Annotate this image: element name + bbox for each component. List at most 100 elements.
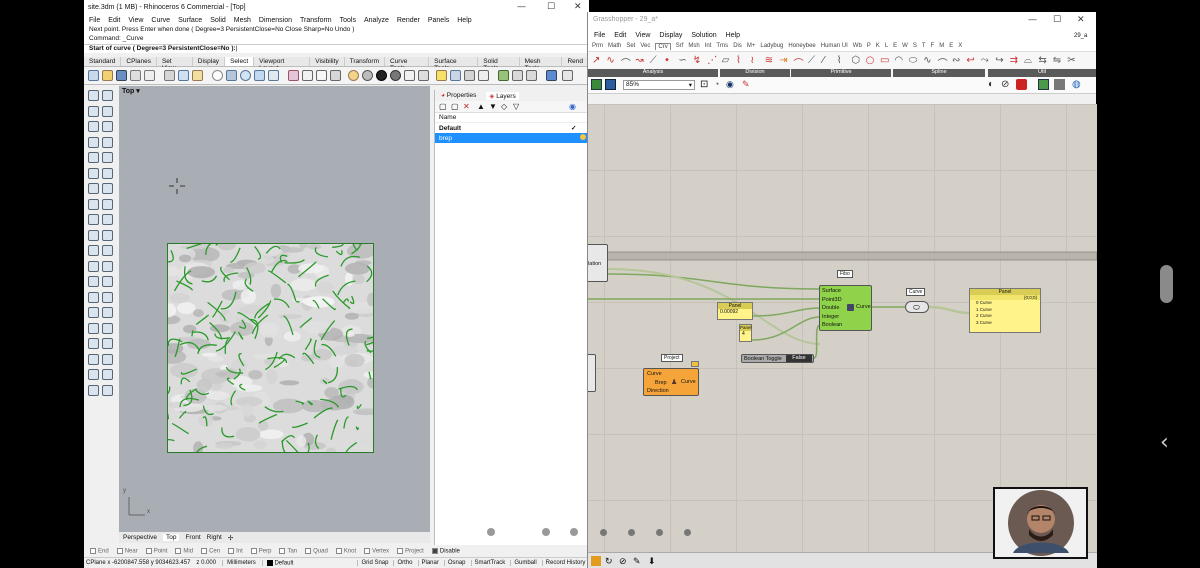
tab-curve-tools[interactable]: Curve Tools (385, 57, 430, 72)
terrain-curve[interactable] (267, 270, 287, 284)
layer-icon[interactable] (404, 70, 415, 81)
gh-close-icon[interactable]: ✕ (1077, 15, 1085, 25)
select-arrow-icon[interactable] (88, 90, 99, 101)
scale-icon[interactable] (102, 260, 113, 272)
import-icon[interactable] (144, 70, 155, 81)
terrain-curve[interactable] (291, 422, 308, 429)
gh-tab-crv[interactable]: Crv (655, 42, 671, 50)
terrain-curve[interactable] (258, 413, 278, 424)
loft-icon[interactable] (102, 183, 113, 194)
tab-standard[interactable]: Standard (84, 57, 122, 66)
boolean-union-icon[interactable] (102, 214, 113, 225)
tab-solid-tools[interactable]: Solid Tools (478, 57, 520, 72)
gh-discontinuity-icon[interactable]: ↯ (693, 55, 706, 68)
gh-status-icon-2[interactable]: ↻ (605, 556, 613, 567)
brush-icon[interactable]: ✎ (742, 79, 750, 90)
gh-tab-human-ui[interactable]: Human UI (821, 43, 848, 49)
terrain-curve[interactable] (332, 244, 344, 248)
gh-line-icon[interactable]: ⁄ (822, 55, 835, 68)
cut-icon[interactable] (164, 70, 175, 81)
osnap-toolbar-icon[interactable] (464, 70, 475, 81)
options-icon[interactable] (512, 70, 523, 81)
viewport-tab-top[interactable]: Top (162, 534, 180, 541)
gh-tab-f[interactable]: F (931, 43, 935, 49)
unlock-icon[interactable] (102, 369, 113, 380)
open-icon[interactable] (102, 70, 113, 81)
rotate-icon[interactable] (88, 260, 99, 272)
project-input-curve[interactable]: Curve (647, 370, 669, 379)
terrain-curve[interactable] (345, 441, 358, 453)
gh-closed-icon[interactable]: ⌒ (621, 55, 634, 70)
gh-tab-m[interactable]: M (939, 43, 944, 49)
gh-save-icon[interactable] (605, 79, 616, 90)
back-chevron-icon[interactable]: ‹ (1160, 430, 1169, 455)
viewport-tab-front[interactable]: Front (185, 534, 200, 541)
gh-tab-math[interactable]: Math (608, 43, 621, 49)
new-sublayer-icon[interactable]: ▢ (451, 102, 459, 111)
osnap-checkbox[interactable] (175, 547, 182, 554)
menu-item-render[interactable]: Render (397, 17, 420, 24)
polygon-icon[interactable] (88, 152, 99, 163)
gh-tab-set[interactable]: Set (626, 43, 635, 49)
move-parent-icon[interactable]: ◇ (501, 102, 507, 111)
gh-tab-t[interactable]: T (922, 43, 926, 49)
preview-eye-icon[interactable]: ◉ (726, 79, 734, 90)
layers-help-icon[interactable]: ◉ (569, 102, 576, 111)
gh-divide-icon[interactable]: ≀ (750, 55, 763, 68)
gh-menu-display[interactable]: Display (659, 32, 682, 39)
tab-cplanes[interactable]: CPlanes (121, 57, 157, 66)
gh-tab-s[interactable]: S (913, 43, 917, 49)
menu-item-panels[interactable]: Panels (428, 17, 449, 24)
line-icon[interactable] (102, 105, 113, 117)
sketch-icon[interactable]: ◔ (714, 79, 719, 89)
terrain-curve[interactable] (284, 259, 305, 264)
gh-status-icon-5[interactable]: ⬇ (648, 556, 656, 567)
gh-globe-icon[interactable]: ◍ (1072, 79, 1081, 90)
terrain-curve[interactable] (337, 280, 356, 296)
lock-icon[interactable] (88, 369, 99, 380)
gh-tab-honeybee[interactable]: Honeybee (788, 43, 815, 49)
zoom-window-icon[interactable] (268, 70, 279, 81)
menu-item-transform[interactable]: Transform (300, 17, 332, 24)
gh-tab-int[interactable]: Int (705, 43, 712, 49)
copy-icon[interactable] (178, 70, 189, 81)
osnap-near[interactable]: Near (116, 547, 138, 554)
terrain-curve[interactable] (230, 247, 241, 264)
gh-nurbs-icon[interactable]: ∿ (923, 55, 936, 68)
gh-explode-icon[interactable]: ✂ (1067, 55, 1080, 68)
status-toggle-ortho[interactable]: Ortho (393, 560, 413, 566)
show-icon[interactable] (102, 353, 113, 365)
menu-item-dimension[interactable]: Dimension (259, 17, 292, 24)
layer-color-swatch[interactable] (580, 134, 586, 140)
project-output[interactable]: Curve (681, 379, 696, 385)
text-icon[interactable] (88, 338, 99, 349)
terrain-curve[interactable] (343, 416, 349, 429)
project-component[interactable]: Curve Brep Direction ♟ Curve (643, 368, 699, 396)
terrain-curve[interactable] (342, 298, 349, 304)
status-toggle-grid-snap[interactable]: Grid Snap (357, 560, 388, 566)
render-icon[interactable] (376, 70, 387, 81)
mirror-icon[interactable] (88, 276, 99, 287)
osnap-checkbox[interactable] (431, 547, 438, 554)
more-tools-icon[interactable] (562, 70, 573, 81)
terrain-curve[interactable] (273, 298, 290, 309)
panel-integer[interactable]: Panel 4 (739, 324, 752, 342)
gh-tab-prm[interactable]: Prm (592, 43, 603, 49)
gh-menu-solution[interactable]: Solution (691, 32, 716, 39)
gh-contour-icon[interactable]: ⌒ (794, 55, 807, 70)
rotate-view-icon[interactable] (288, 70, 299, 81)
extrude-icon[interactable] (88, 183, 99, 194)
gh-menu-view[interactable]: View (635, 32, 650, 39)
command-prompt[interactable]: Start of curve ( Degree=3 PersistentClos… (84, 44, 589, 53)
move-icon[interactable] (88, 245, 99, 256)
preview-shaded-icon[interactable] (1016, 79, 1027, 90)
terrain-curve[interactable] (349, 295, 355, 305)
add-viewport-icon[interactable]: ✢ (228, 534, 233, 542)
gh-mesh-settings-icon[interactable] (1054, 79, 1065, 90)
osnap-mid[interactable]: Mid (175, 547, 193, 554)
fibo-input-double[interactable]: Double (822, 304, 842, 313)
zoom-extents-icon[interactable] (254, 70, 265, 81)
terrain-curve[interactable] (230, 390, 237, 406)
gh-ribbon-section-analysis[interactable]: Analysis (588, 69, 718, 77)
ellipse-icon[interactable] (102, 152, 113, 163)
